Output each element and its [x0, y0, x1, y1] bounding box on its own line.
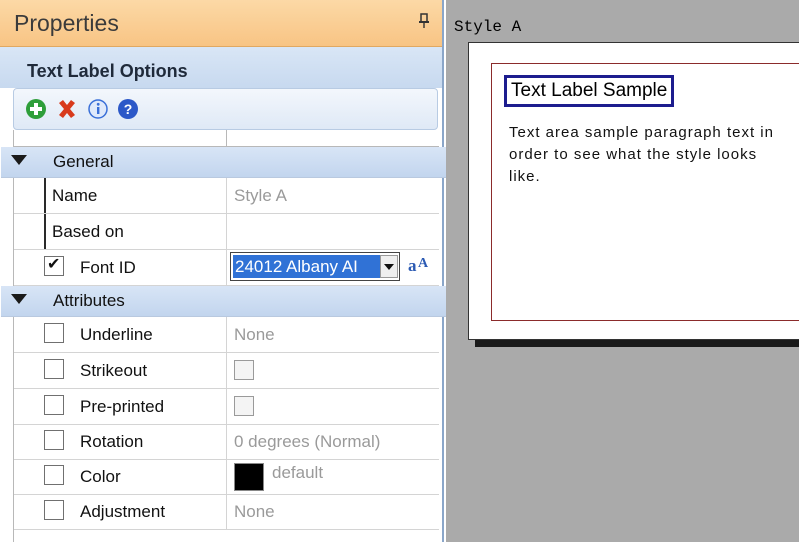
- column-divider: [226, 317, 227, 352]
- section-title: Text Label Options: [27, 61, 188, 81]
- help-icon[interactable]: ?: [117, 98, 139, 120]
- svg-text:a: a: [408, 256, 417, 275]
- svg-text:A: A: [418, 256, 429, 271]
- sample-paragraph[interactable]: Text area sample paragraph text in order…: [509, 122, 779, 188]
- column-divider: [226, 424, 227, 459]
- font-id-dropdown[interactable]: 24012 Albany AI: [230, 252, 400, 281]
- chevron-down-icon[interactable]: [380, 255, 398, 278]
- row-indent-line: [44, 178, 46, 213]
- property-label: Name: [52, 186, 98, 205]
- property-label: Based on: [52, 222, 124, 241]
- property-label: Underline: [80, 325, 153, 344]
- underline-checkbox[interactable]: [44, 323, 64, 343]
- section-header: Text Label Options: [0, 47, 442, 88]
- svg-text:?: ?: [124, 101, 133, 117]
- font-picker-icon[interactable]: aA: [406, 252, 434, 280]
- rotation-checkbox[interactable]: [44, 430, 64, 450]
- column-divider: [226, 389, 227, 424]
- property-label: Font ID: [80, 258, 136, 277]
- preprinted-value-checkbox[interactable]: [234, 396, 254, 416]
- column-divider: [226, 353, 227, 388]
- row-strikeout[interactable]: Strikeout: [14, 353, 439, 389]
- property-label: Rotation: [80, 432, 144, 451]
- column-divider: [226, 494, 227, 529]
- column-divider: [226, 214, 227, 249]
- category-general[interactable]: General: [1, 147, 452, 178]
- row-based-on[interactable]: Based on: [14, 214, 439, 250]
- panel-titlebar: Properties: [0, 0, 442, 47]
- strikeout-value-checkbox[interactable]: [234, 360, 254, 380]
- row-font-id[interactable]: Font ID 24012 Albany AI aA: [14, 250, 439, 286]
- property-label: Adjustment: [80, 502, 166, 521]
- row-preprinted[interactable]: Pre-printed: [14, 389, 439, 425]
- category-label: Attributes: [53, 291, 125, 310]
- panel-title: Properties: [14, 10, 119, 36]
- column-divider: [226, 459, 227, 494]
- underline-value[interactable]: None: [234, 325, 275, 345]
- property-label: Strikeout: [80, 361, 148, 380]
- pin-icon[interactable]: [418, 13, 430, 34]
- property-label: Color: [80, 467, 121, 486]
- name-value[interactable]: Style A: [234, 186, 287, 206]
- preview-frame: Text Label Sample Text area sample parag…: [491, 63, 799, 321]
- strikeout-checkbox[interactable]: [44, 359, 64, 379]
- row-adjustment[interactable]: Adjustment None: [14, 494, 439, 530]
- collapse-arrow-icon[interactable]: [11, 155, 27, 165]
- row-rotation[interactable]: Rotation 0 degrees (Normal): [14, 424, 439, 460]
- row-underline[interactable]: Underline None: [14, 317, 439, 353]
- row-name[interactable]: Name Style A: [14, 178, 439, 214]
- adjustment-value[interactable]: None: [234, 502, 275, 522]
- grid-header: [14, 130, 439, 147]
- column-divider: [226, 178, 227, 213]
- adjustment-checkbox[interactable]: [44, 500, 64, 520]
- preview-panel: Style A Text Label Sample Text area samp…: [446, 0, 799, 542]
- rotation-value[interactable]: 0 degrees (Normal): [234, 432, 380, 452]
- preview-card: Text Label Sample Text area sample parag…: [468, 42, 799, 340]
- category-label: General: [53, 152, 114, 171]
- property-label: Pre-printed: [80, 397, 165, 416]
- delete-icon[interactable]: [56, 98, 78, 120]
- preprinted-checkbox[interactable]: [44, 395, 64, 415]
- column-divider: [226, 250, 227, 285]
- color-value[interactable]: default: [272, 463, 323, 483]
- grid-header-divider: [226, 130, 227, 146]
- preview-caption: Style A: [454, 18, 522, 36]
- add-icon[interactable]: [25, 98, 47, 120]
- info-icon[interactable]: [87, 98, 109, 120]
- property-grid: General Name Style A Based on Font ID 24…: [1, 130, 452, 542]
- row-color[interactable]: Color default: [14, 459, 439, 495]
- color-swatch[interactable]: [234, 463, 264, 491]
- sample-title[interactable]: Text Label Sample: [504, 75, 675, 107]
- font-id-selected-value: 24012 Albany AI: [233, 255, 381, 278]
- font-id-checkbox[interactable]: [44, 254, 64, 276]
- color-checkbox[interactable]: [44, 465, 64, 485]
- collapse-arrow-icon[interactable]: [11, 294, 27, 304]
- toolbar: ?: [13, 88, 438, 130]
- row-indent-line: [44, 214, 46, 249]
- category-attributes[interactable]: Attributes: [1, 286, 452, 317]
- properties-panel: Properties Text Label Options ? General …: [0, 0, 452, 542]
